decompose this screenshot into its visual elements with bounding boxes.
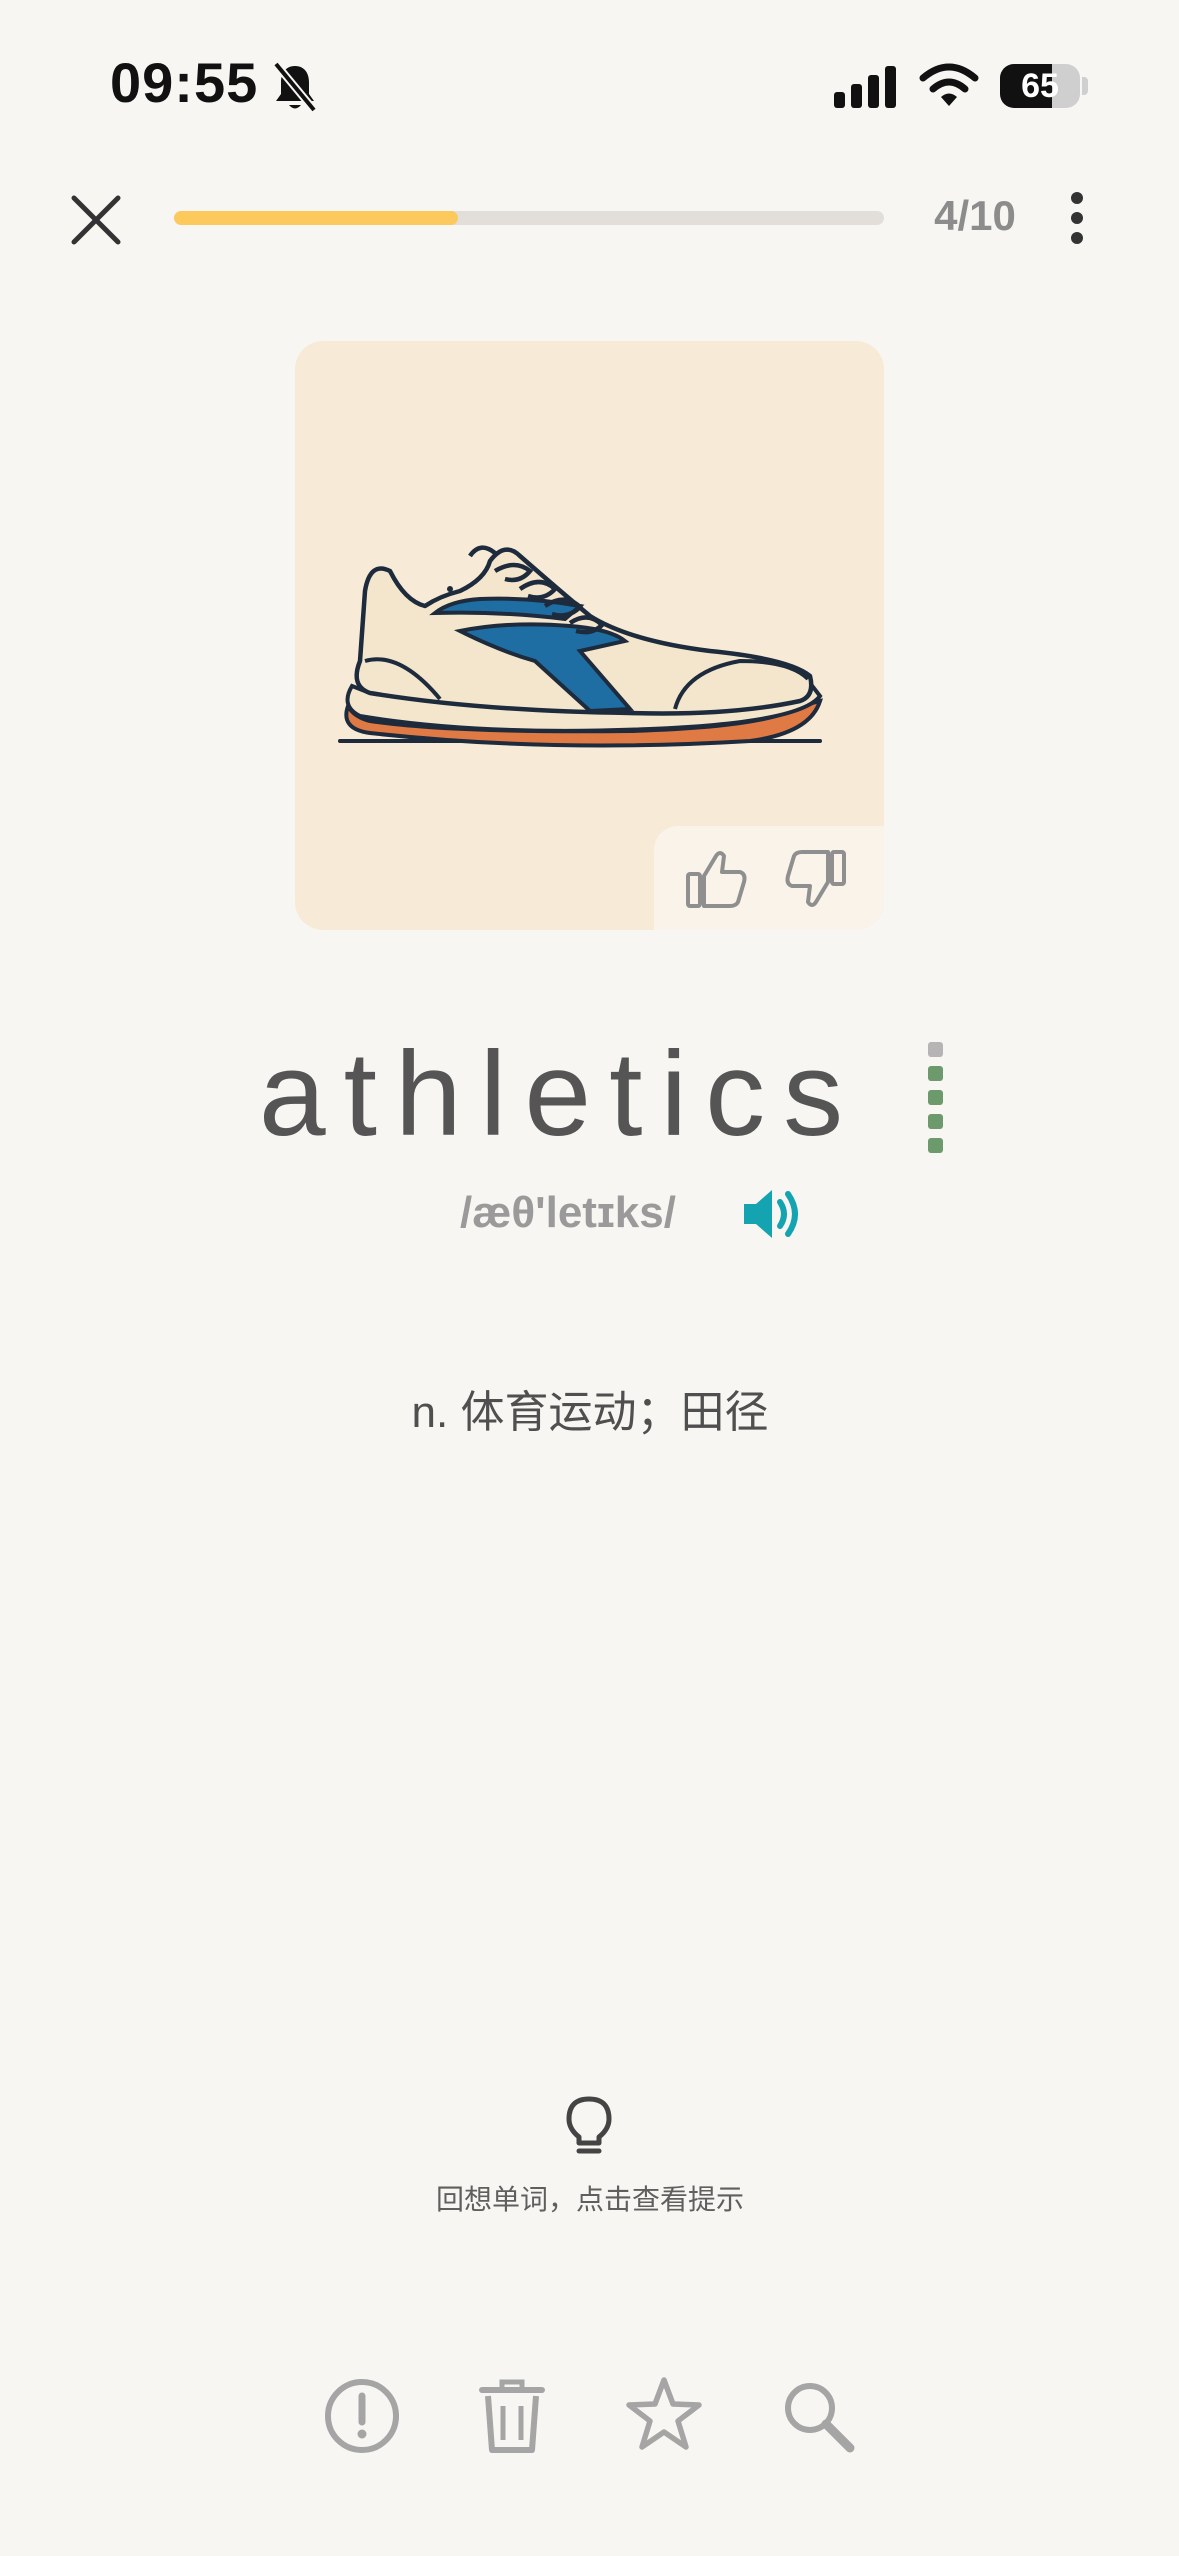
wifi-icon (918, 62, 980, 110)
star-icon (626, 2377, 702, 2450)
rating-box (654, 826, 884, 930)
search-button[interactable] (778, 2376, 858, 2456)
trash-icon (479, 2379, 545, 2453)
pronunciation-button[interactable] (740, 1184, 802, 1244)
more-options-button[interactable] (1060, 188, 1094, 248)
more-vertical-icon (1071, 192, 1083, 244)
battery-level: 65 (1021, 67, 1059, 105)
phonetic-text: /æθ'letɪks/ (460, 1188, 676, 1237)
hint-text[interactable]: 回想单词，点击查看提示 (290, 2178, 890, 2218)
search-icon (785, 2383, 855, 2453)
familiarity-level-indicator (928, 1042, 944, 1154)
thumbs-up-icon (686, 851, 747, 908)
progress-label: 4/10 (934, 192, 1016, 239)
level-bar (928, 1042, 943, 1057)
running-shoe-illustration (338, 545, 823, 748)
lightbulb-icon[interactable] (563, 2095, 615, 2159)
favorite-button[interactable] (624, 2374, 704, 2454)
close-icon (71, 195, 121, 245)
level-bar (928, 1090, 943, 1105)
thumbs-down-icon (785, 850, 846, 907)
thumbs-up-button[interactable] (684, 846, 750, 912)
definition-text: n. 体育运动；田径 (411, 1388, 769, 1437)
close-button[interactable] (66, 190, 126, 250)
battery-icon: 65 (1000, 64, 1088, 108)
bell-muted-icon (270, 60, 320, 116)
speaker-icon (744, 1190, 798, 1238)
report-icon (325, 2379, 399, 2453)
word-text: athletics (258, 1027, 862, 1161)
word-image-card[interactable] (295, 341, 884, 930)
thumbs-down-button[interactable] (782, 846, 848, 912)
cellular-signal-icon (832, 64, 898, 110)
progress-bar (174, 211, 884, 225)
status-time: 09:55 (110, 51, 259, 114)
level-bar (928, 1138, 943, 1153)
level-bar (928, 1114, 943, 1129)
report-button[interactable] (322, 2376, 402, 2456)
progress-fill (174, 211, 458, 225)
level-bar (928, 1066, 943, 1081)
delete-button[interactable] (472, 2376, 552, 2456)
